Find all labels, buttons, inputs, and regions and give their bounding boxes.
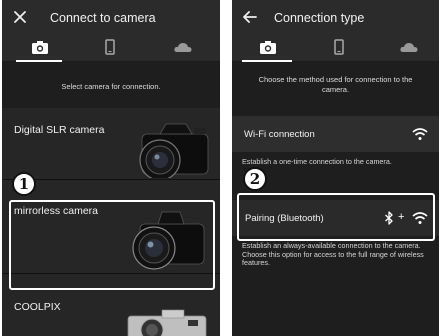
phone-icon[interactable] <box>99 38 121 56</box>
wifi-icon <box>412 128 428 140</box>
content-area: Select camera for connection. Digital SL… <box>2 62 220 336</box>
page-title: Connection type <box>274 11 365 25</box>
instruction-text: Choose the method used for connection to… <box>258 75 413 94</box>
dslr-camera-image <box>139 123 209 178</box>
top-bar: Connect to camera <box>2 0 220 34</box>
page-title: Connect to camera <box>50 11 156 25</box>
arrow-left-icon[interactable] <box>240 7 260 27</box>
wifi-connection-label: Wi-Fi connection <box>244 129 315 140</box>
wifi-connection-option[interactable]: Wi-Fi connection <box>232 116 439 152</box>
camera-option-label: Digital SLR camera <box>14 124 105 136</box>
pairing-bluetooth-description: Establish an always-available connection… <box>242 241 424 268</box>
connect-to-camera-screen: Connect to camera Select camera for conn… <box>2 0 220 336</box>
coolpix-camera-image <box>127 309 207 336</box>
tab-bar <box>2 34 220 61</box>
close-icon[interactable] <box>10 7 30 27</box>
top-bar: Connection type <box>232 0 439 34</box>
selection-highlight <box>237 193 435 241</box>
callout-1: 1 <box>12 172 36 196</box>
camera-icon[interactable] <box>29 38 51 56</box>
wifi-connection-description: Establish a one-time connection to the c… <box>242 157 392 166</box>
connection-type-screen: Connection type Choose the method used f… <box>232 0 439 336</box>
phone-icon[interactable] <box>328 38 350 56</box>
camera-option-dslr[interactable]: Digital SLR camera <box>2 108 220 180</box>
tab-bar <box>232 34 439 61</box>
camera-icon[interactable] <box>257 38 279 56</box>
selection-highlight <box>9 200 215 290</box>
cloud-icon[interactable] <box>172 38 194 56</box>
instruction-text: Select camera for connection. <box>61 82 161 91</box>
camera-option-label: COOLPIX <box>14 301 61 313</box>
cloud-icon[interactable] <box>398 38 420 56</box>
callout-2: 2 <box>243 167 267 191</box>
